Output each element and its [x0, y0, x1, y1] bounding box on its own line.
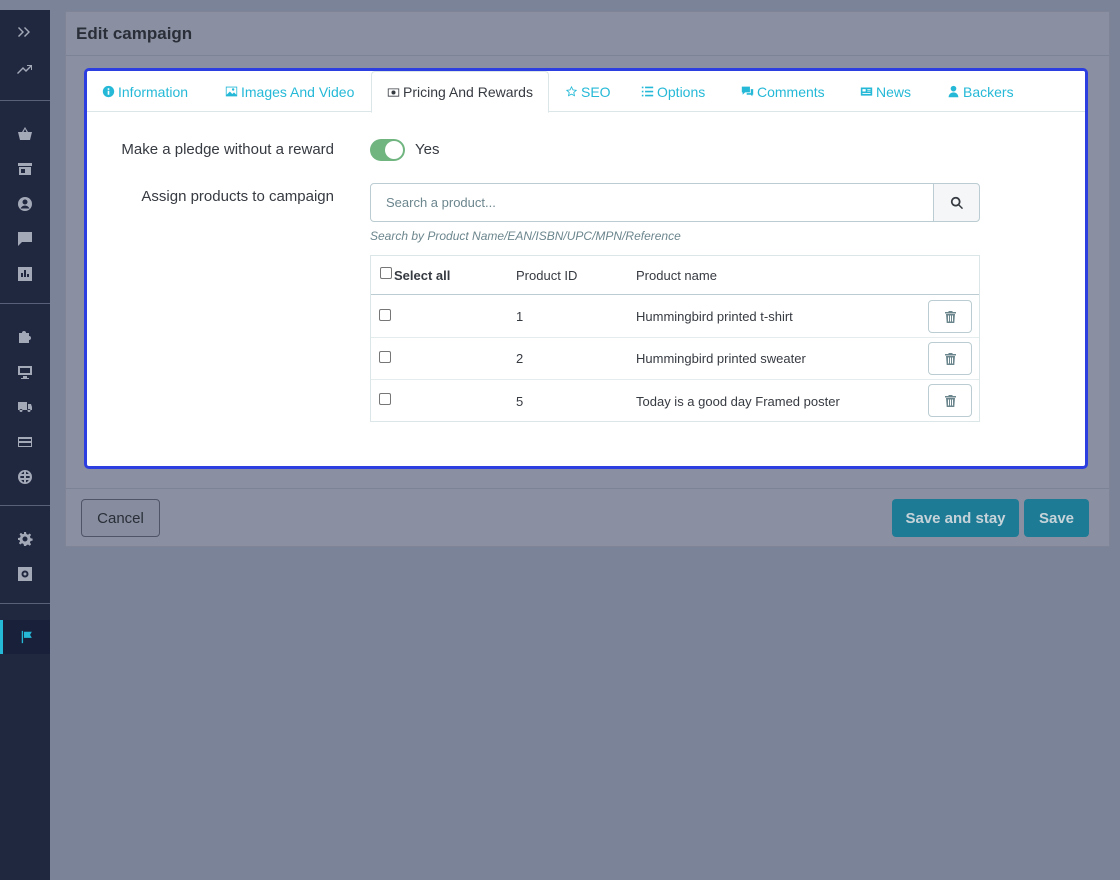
tab-options[interactable]: Options	[641, 71, 705, 112]
tab-news[interactable]: News	[860, 71, 911, 112]
user-icon	[948, 85, 959, 98]
product-name: Hummingbird printed sweater	[636, 351, 806, 366]
campaign-form-card: Information Images And Video Pricing And…	[84, 68, 1088, 469]
tab-seo[interactable]: SEO	[565, 71, 611, 112]
tab-information[interactable]: Information	[102, 71, 188, 112]
table-row: 5 Today is a good day Framed poster	[371, 380, 979, 422]
row-checkbox-cell	[379, 296, 391, 337]
comments-icon	[741, 86, 754, 97]
sidebar-divider	[0, 303, 50, 304]
select-all-checkbox[interactable]	[380, 267, 392, 279]
messages-chat-icon[interactable]	[0, 227, 50, 251]
trash-icon	[944, 394, 956, 407]
tab-label: Backers	[963, 83, 1014, 100]
tab-comments[interactable]: Comments	[741, 71, 825, 112]
orders-basket-icon[interactable]	[0, 122, 50, 146]
sidebar-divider	[0, 100, 50, 101]
row-checkbox-cell	[379, 380, 391, 422]
tab-label: Pricing And Rewards	[403, 84, 533, 100]
delete-button[interactable]	[928, 300, 972, 333]
table-header: Select all Product ID Product name	[371, 256, 979, 295]
advanced-settings-icon[interactable]	[0, 562, 50, 586]
tab-label: Images And Video	[241, 83, 355, 100]
assign-products-label: Assign products to campaign	[141, 188, 334, 205]
list-icon	[641, 86, 654, 97]
product-id: 1	[516, 309, 524, 324]
product-search-input[interactable]	[370, 183, 934, 222]
search-button[interactable]	[933, 183, 980, 222]
trash-icon	[944, 310, 956, 323]
customers-user-icon[interactable]	[0, 192, 50, 216]
sidebar-divider	[0, 603, 50, 604]
product-id: 2	[516, 351, 524, 366]
tab-pricing-and-rewards[interactable]: Pricing And Rewards	[371, 71, 549, 113]
modules-puzzle-icon[interactable]	[0, 325, 50, 349]
tab-label: News	[876, 83, 912, 100]
select-all-cell: Select all	[380, 256, 450, 294]
delete-button[interactable]	[928, 384, 972, 417]
delete-button[interactable]	[928, 342, 972, 375]
info-circle-icon	[102, 85, 115, 98]
products-table: Select all Product ID Product name 1 Hum…	[370, 255, 980, 422]
tab-label: Comments	[757, 83, 825, 100]
dashboard-trend-icon[interactable]	[0, 58, 50, 82]
catalog-store-icon[interactable]	[0, 157, 50, 181]
pledge-toggle-value: Yes	[415, 141, 440, 158]
tab-label: Options	[657, 83, 706, 100]
tab-label: SEO	[581, 83, 611, 100]
table-row: 2 Hummingbird printed sweater	[371, 338, 979, 380]
tab-images-and-video[interactable]: Images And Video	[225, 71, 354, 112]
search-icon	[950, 196, 963, 209]
product-name: Hummingbird printed t-shirt	[636, 309, 793, 324]
product-id: 5	[516, 393, 524, 409]
panel-footer: Cancel Save and stay Save	[66, 488, 1109, 548]
international-globe-icon[interactable]	[0, 465, 50, 489]
shipping-truck-icon[interactable]	[0, 395, 50, 419]
product-name: Today is a good day Framed poster	[636, 393, 840, 409]
header-product-name: Product name	[636, 267, 717, 283]
header-product-id: Product ID	[516, 267, 578, 283]
sidebar	[0, 10, 50, 880]
cancel-button[interactable]: Cancel	[81, 499, 160, 537]
pledge-label: Make a pledge without a reward	[121, 141, 334, 158]
tab-backers[interactable]: Backers	[947, 71, 1014, 112]
switch-knob	[385, 141, 403, 159]
settings-gear-icon[interactable]	[0, 527, 50, 551]
pledge-toggle-switch[interactable]	[370, 139, 405, 161]
row-checkbox[interactable]	[379, 308, 391, 321]
page-title: Edit campaign	[76, 23, 193, 43]
sidebar-divider	[0, 505, 50, 506]
row-checkbox[interactable]	[379, 350, 391, 363]
design-monitor-icon[interactable]	[0, 360, 50, 384]
search-help-text: Search by Product Name/EAN/ISBN/UPC/MPN/…	[370, 229, 681, 243]
image-icon	[225, 86, 238, 97]
tab-label: Information	[118, 83, 189, 100]
save-and-stay-button[interactable]: Save and stay	[892, 499, 1019, 537]
money-icon	[387, 87, 400, 97]
stats-chart-icon[interactable]	[0, 262, 50, 286]
trash-icon	[944, 352, 956, 365]
table-row: 1 Hummingbird printed t-shirt	[371, 296, 979, 338]
newspaper-icon	[860, 87, 873, 96]
panel-header: Edit campaign	[66, 12, 1109, 56]
expand-sidebar-icon[interactable]	[0, 20, 50, 44]
row-checkbox-cell	[379, 338, 391, 379]
tab-bar: Information Images And Video Pricing And…	[87, 71, 1085, 113]
select-all-label: Select all	[394, 267, 451, 283]
star-icon	[565, 85, 578, 97]
crowdfunding-flag-icon[interactable]	[0, 620, 50, 654]
row-checkbox[interactable]	[379, 393, 391, 405]
payment-card-icon[interactable]	[0, 430, 50, 454]
save-button[interactable]: Save	[1024, 499, 1089, 537]
